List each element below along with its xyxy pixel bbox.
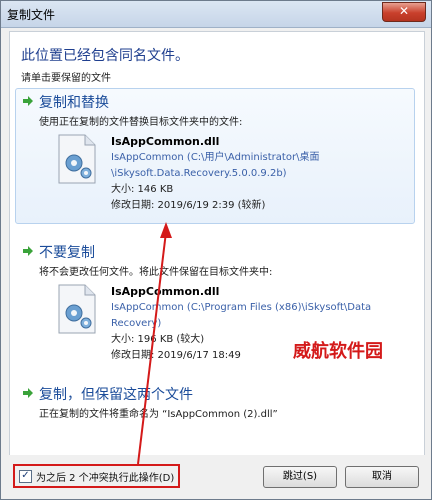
green-arrow-icon	[23, 388, 33, 398]
title-bar: 复制文件 ✕	[1, 1, 431, 28]
close-button[interactable]: ✕	[382, 2, 426, 22]
option-description: 使用正在复制的文件替换目标文件夹中的文件:	[39, 117, 243, 128]
file-name: IsAppCommon.dll	[111, 285, 220, 298]
file-path-continued: Recovery)	[111, 318, 162, 329]
dialog-heading: 此位置已经包含同名文件。	[21, 48, 189, 64]
dialog-subheading: 请单击要保留的文件	[21, 73, 111, 84]
green-arrow-icon	[23, 96, 33, 106]
apply-to-all-checkbox-row[interactable]: ✓ 为之后 2 个冲突执行此操作(D)	[13, 464, 181, 488]
file-modified: 修改日期: 2019/6/19 2:39 (较新)	[111, 200, 266, 211]
dialog-footer: ✓ 为之后 2 个冲突执行此操作(D) 跳过(S) 取消	[1, 455, 431, 499]
window-title: 复制文件	[7, 8, 56, 22]
cancel-button[interactable]: 取消	[345, 466, 419, 488]
file-details: IsAppCommon.dll IsAppCommon (C:\用户\Admin…	[111, 134, 319, 214]
file-name: IsAppCommon.dll	[111, 135, 220, 148]
green-arrow-icon	[23, 246, 33, 256]
watermark-text: 威航软件园	[293, 341, 383, 362]
dll-file-icon	[58, 284, 96, 334]
option-description: 正在复制的文件将重命名为 “IsAppCommon (2).dll”	[39, 409, 278, 420]
file-path-continued: \iSkysoft.Data.Recovery.5.0.0.9.2b)	[111, 168, 287, 179]
option-title: 复制，但保留这两个文件	[39, 387, 193, 403]
option-title: 复制和替换	[39, 95, 109, 111]
file-path: IsAppCommon (C:\Program Files (x86)\iSky…	[111, 302, 372, 313]
option-description: 将不会更改任何文件。将此文件保留在目标文件夹中:	[39, 267, 273, 278]
option-copy-keep-both[interactable]: 复制，但保留这两个文件 正在复制的文件将重命名为 “IsAppCommon (2…	[15, 380, 415, 428]
option-copy-and-replace[interactable]: 复制和替换 使用正在复制的文件替换目标文件夹中的文件: IsAppCommon.…	[15, 88, 415, 224]
apply-to-all-label[interactable]: 为之后 2 个冲突执行此操作(D)	[36, 469, 174, 484]
dialog-content: 此位置已经包含同名文件。 请单击要保留的文件 复制和替换 使用正在复制的文件替换…	[9, 31, 425, 456]
dll-file-icon	[58, 134, 96, 184]
skip-button[interactable]: 跳过(S)	[263, 466, 337, 488]
file-path: IsAppCommon (C:\用户\Administrator\桌面	[111, 152, 320, 163]
apply-to-all-checkbox[interactable]: ✓	[19, 469, 32, 483]
file-size: 大小: 146 KB	[111, 184, 174, 195]
copy-file-dialog: 复制文件 ✕ 此位置已经包含同名文件。 请单击要保留的文件 复制和替换 使用正在…	[0, 0, 432, 500]
option-title: 不要复制	[39, 245, 95, 261]
